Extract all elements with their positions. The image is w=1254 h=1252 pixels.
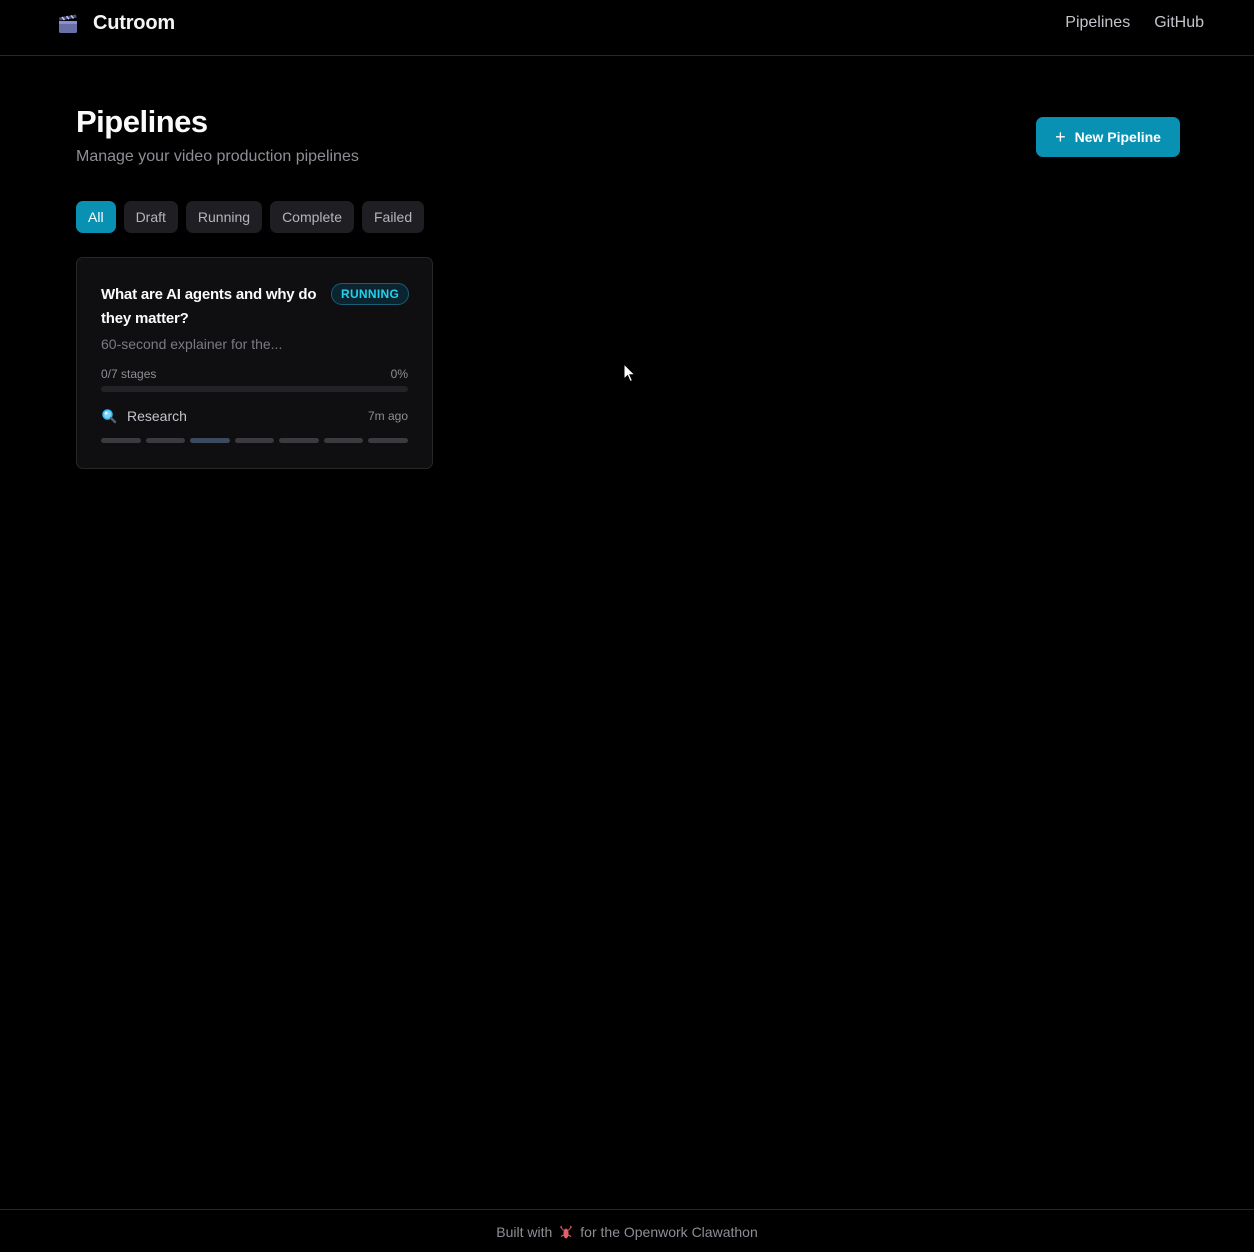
filter-all[interactable]: All	[76, 201, 116, 233]
top-nav: Pipelines GitHub	[1065, 14, 1204, 32]
footer-text-after: for the Openwork Clawathon	[580, 1224, 758, 1240]
page-subtitle: Manage your video production pipelines	[76, 148, 359, 165]
nav-link-github[interactable]: GitHub	[1154, 14, 1204, 32]
brand-name: Cutroom	[93, 12, 175, 34]
brand-link[interactable]: Cutroom	[57, 12, 175, 35]
footer: Built with for the Openwork Clawathon	[0, 1209, 1254, 1252]
filter-draft[interactable]: Draft	[123, 201, 178, 233]
current-stage: Research	[101, 408, 187, 424]
stage-segment	[234, 438, 275, 443]
top-navbar: Cutroom Pipelines GitHub	[0, 0, 1254, 56]
stage-segment	[279, 438, 319, 443]
magnifier-icon	[101, 408, 117, 424]
lobster-icon	[558, 1224, 574, 1240]
stage-count: 0/7 stages	[101, 367, 157, 381]
clapperboard-icon	[57, 13, 79, 35]
filter-failed[interactable]: Failed	[361, 201, 425, 233]
status-filter-bar: All Draft Running Complete Failed	[76, 201, 425, 233]
stage-segment	[323, 438, 364, 443]
filter-running[interactable]: Running	[185, 201, 263, 233]
pipeline-description: 60-second explainer for the...	[101, 336, 283, 352]
stage-segment	[101, 438, 141, 443]
plus-icon: +	[1055, 127, 1066, 147]
page-title: Pipelines	[76, 104, 208, 139]
pipeline-card[interactable]: What are AI agents and why do they matte…	[76, 257, 433, 469]
new-pipeline-button[interactable]: + New Pipeline	[1036, 117, 1180, 157]
stage-segment	[368, 438, 409, 443]
progress-bar	[101, 386, 408, 392]
mouse-cursor-icon	[623, 362, 637, 383]
current-stage-name: Research	[127, 408, 187, 424]
pipeline-title: What are AI agents and why do they matte…	[101, 286, 317, 327]
stage-segment	[145, 438, 186, 443]
new-pipeline-label: New Pipeline	[1074, 129, 1161, 145]
filter-complete[interactable]: Complete	[270, 201, 354, 233]
stage-segments	[101, 438, 409, 443]
stage-segment	[190, 438, 230, 443]
footer-text-before: Built with	[496, 1224, 553, 1240]
nav-link-pipelines[interactable]: Pipelines	[1065, 14, 1130, 32]
progress-percent: 0%	[390, 367, 408, 381]
pipeline-age: 7m ago	[367, 409, 408, 423]
status-badge: RUNNING	[331, 283, 410, 305]
